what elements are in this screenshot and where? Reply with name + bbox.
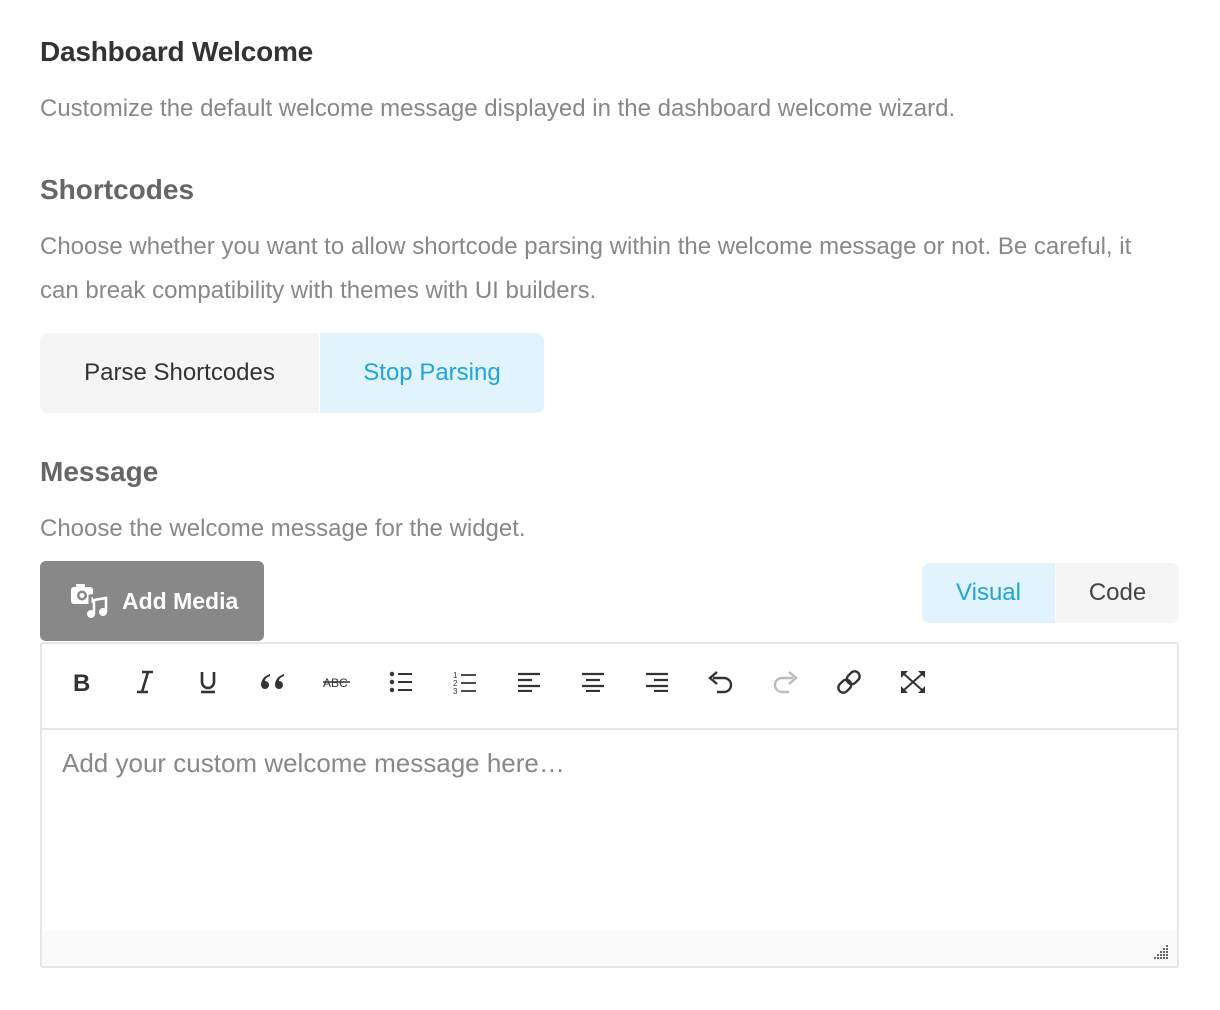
shortcodes-heading: Shortcodes — [40, 174, 195, 205]
message-heading: Message — [40, 456, 159, 487]
fullscreen-icon[interactable] — [895, 664, 931, 700]
underline-icon[interactable] — [190, 664, 226, 700]
bold-icon[interactable]: B — [64, 664, 100, 700]
message-content-area[interactable]: Add your custom welcome message here… — [42, 730, 1177, 930]
shortcodes-description-line2: can break compatibility with themes with… — [40, 277, 597, 304]
blockquote-icon[interactable] — [255, 664, 291, 700]
tab-visual[interactable]: Visual — [922, 563, 1055, 623]
svg-text:ABC: ABC — [323, 676, 348, 690]
numbered-list-icon[interactable]: 123 — [447, 664, 483, 700]
page-title: Dashboard Welcome — [40, 36, 314, 67]
link-icon[interactable] — [831, 664, 867, 700]
resize-handle-icon[interactable] — [1153, 944, 1169, 960]
add-media-button[interactable]: Add Media — [40, 561, 264, 641]
stop-parsing-button[interactable]: Stop Parsing — [320, 333, 544, 413]
redo-icon[interactable] — [767, 664, 803, 700]
italic-icon[interactable] — [127, 664, 163, 700]
parse-shortcodes-button[interactable]: Parse Shortcodes — [40, 333, 319, 413]
editor-statusbar — [42, 930, 1177, 966]
message-description: Choose the welcome message for the widge… — [40, 515, 526, 542]
undo-icon[interactable] — [703, 664, 739, 700]
media-icon — [70, 580, 112, 622]
message-editor: B ABC 123 Add your custom welcome messag… — [40, 642, 1179, 968]
add-media-label: Add Media — [122, 587, 239, 614]
svg-text:B: B — [73, 671, 90, 693]
shortcode-parsing-toggle: Parse Shortcodes Stop Parsing — [40, 333, 544, 413]
page-description: Customize the default welcome message di… — [40, 95, 956, 122]
editor-toolbar: B ABC 123 — [42, 644, 1177, 730]
align-center-icon[interactable] — [575, 664, 611, 700]
shortcodes-description-line1: Choose whether you want to allow shortco… — [40, 233, 1132, 260]
tab-code[interactable]: Code — [1056, 563, 1179, 623]
strikethrough-icon[interactable]: ABC — [319, 664, 355, 700]
align-left-icon[interactable] — [511, 664, 547, 700]
bullet-list-icon[interactable] — [383, 664, 419, 700]
svg-text:3: 3 — [453, 687, 458, 694]
align-right-icon[interactable] — [639, 664, 675, 700]
